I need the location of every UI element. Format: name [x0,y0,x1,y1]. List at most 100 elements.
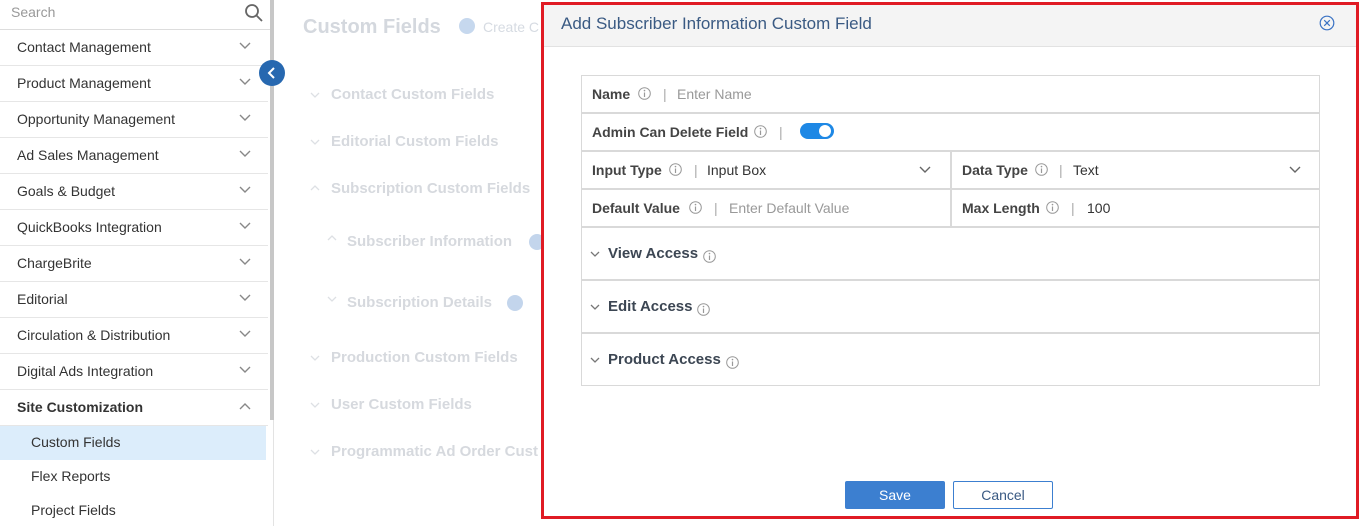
chevron-up-icon [239,403,251,410]
chevron-down-icon [590,357,600,363]
sidebar-item-label: Site Customization [17,399,144,415]
info-icon[interactable] [1046,201,1059,214]
cancel-button[interactable]: Cancel [953,481,1053,509]
info-icon[interactable] [726,356,739,369]
main-content: Custom Fields Create C Contact Custom Fi… [275,0,545,526]
view-access-label: View Access [608,245,699,262]
group-editorial-custom-fields[interactable]: Editorial Custom Fields [331,133,499,150]
chevron-down-icon [239,78,251,85]
sidebar-item-label: Project Fields [31,502,116,518]
chevron-down-icon [310,402,320,408]
sidebar-item-circulation-distribution[interactable]: Circulation & Distribution [0,318,268,354]
product-access-label: Product Access [608,351,721,368]
chevron-down-icon [239,150,251,157]
data-type-field[interactable]: Data Type | Text [951,151,1320,189]
group-subscriber-information[interactable]: Subscriber Information [347,233,512,250]
page-title: Custom Fields [303,16,441,38]
admin-delete-field: Admin Can Delete Field | [581,113,1320,151]
chevron-down-icon[interactable] [919,166,931,174]
group-subscription-details[interactable]: Subscription Details [347,294,492,311]
sidebar-item-label: Contact Management [17,39,151,55]
max-length-label: Max Length [962,200,1040,216]
sidebar-item-label: Ad Sales Management [17,147,159,163]
sidebar-item-opportunity-management[interactable]: Opportunity Management [0,102,268,138]
chevron-down-icon [239,330,251,337]
sidebar-item-editorial[interactable]: Editorial [0,282,268,318]
info-icon[interactable] [638,87,651,100]
chevron-up-icon [310,185,320,191]
chevron-down-icon [239,114,251,121]
chevron-down-icon [239,294,251,301]
sidebar-item-chargebrite[interactable]: ChargeBrite [0,246,268,282]
chevron-down-icon [310,449,320,455]
sidebar-item-digital-ads-integration[interactable]: Digital Ads Integration [0,354,268,390]
sidebar-item-label: Circulation & Distribution [17,327,171,343]
view-access-accordion[interactable]: View Access [581,227,1320,280]
sidebar-item-ad-sales-management[interactable]: Ad Sales Management [0,138,268,174]
modal-title: Add Subscriber Information Custom Field [561,14,872,33]
chevron-down-icon [590,251,600,257]
sidebar-item-contact-management[interactable]: Contact Management [0,30,268,66]
toggle-knob [819,125,831,137]
product-access-accordion[interactable]: Product Access [581,333,1320,386]
sidebar-item-product-management[interactable]: Product Management [0,66,268,102]
name-label: Name [592,86,631,102]
edit-access-label: Edit Access [608,298,693,315]
sidebar-subitem-flex-reports[interactable]: Flex Reports [0,460,266,494]
max-length-field: Max Length | 100 [951,189,1320,227]
info-icon[interactable] [703,250,716,263]
save-button[interactable]: Save [845,481,945,509]
create-link[interactable]: Create C [483,19,539,35]
input-type-select[interactable]: Input Box [707,162,766,178]
group-subscription-custom-fields[interactable]: Subscription Custom Fields [331,180,530,197]
default-value-label: Default Value [592,200,680,216]
modal-header: Add Subscriber Information Custom Field [544,5,1356,47]
info-icon[interactable] [697,303,710,316]
default-value-field: Default Value | [581,189,951,227]
group-user-custom-fields[interactable]: User Custom Fields [331,396,472,413]
name-field: Name | [581,75,1320,113]
plus-icon[interactable] [459,18,475,34]
sidebar-subitem-project-fields[interactable]: Project Fields [0,494,266,528]
chevron-down-icon [239,222,251,229]
separator: | [663,86,667,102]
sidebar-subitem-custom-fields[interactable]: Custom Fields [0,426,266,460]
search-input[interactable]: Search [11,4,55,20]
info-icon[interactable] [669,163,682,176]
input-type-field[interactable]: Input Type | Input Box [581,151,951,189]
admin-delete-toggle[interactable] [800,123,834,139]
sidebar: Search Contact Management Product Manage… [0,0,274,526]
sidebar-item-quickbooks-integration[interactable]: QuickBooks Integration [0,210,268,246]
data-type-select[interactable]: Text [1073,162,1099,178]
edit-access-accordion[interactable]: Edit Access [581,280,1320,333]
max-length-input[interactable]: 100 [1087,200,1110,216]
chevron-down-icon [310,92,320,98]
separator: | [1071,200,1075,216]
info-icon[interactable] [1035,163,1048,176]
info-icon[interactable] [754,125,767,138]
group-contact-custom-fields[interactable]: Contact Custom Fields [331,86,494,103]
sidebar-item-label: ChargeBrite [17,255,92,271]
chevron-down-icon [310,139,320,145]
info-icon[interactable] [689,201,702,214]
sidebar-item-label: Digital Ads Integration [17,363,154,379]
separator: | [714,200,718,216]
default-value-input[interactable] [729,195,939,221]
sidebar-item-goals-budget[interactable]: Goals & Budget [0,174,268,210]
group-programmatic-ad-order[interactable]: Programmatic Ad Order Cust [331,443,538,460]
search-box[interactable]: Search [0,0,274,30]
chevron-down-icon [327,296,337,302]
group-production-custom-fields[interactable]: Production Custom Fields [331,349,518,366]
search-icon[interactable] [244,3,264,23]
separator: | [779,124,783,140]
name-input[interactable] [677,81,1277,107]
sidebar-item-site-customization[interactable]: Site Customization [0,390,268,426]
close-icon[interactable] [1319,15,1335,31]
sidebar-item-label: Editorial [17,291,68,307]
sidebar-item-label: QuickBooks Integration [17,219,162,235]
chevron-down-icon [239,42,251,49]
chevron-down-icon[interactable] [1289,166,1301,174]
chevron-down-icon [590,304,600,310]
separator: | [1059,162,1063,178]
add-field-icon[interactable] [507,295,523,311]
